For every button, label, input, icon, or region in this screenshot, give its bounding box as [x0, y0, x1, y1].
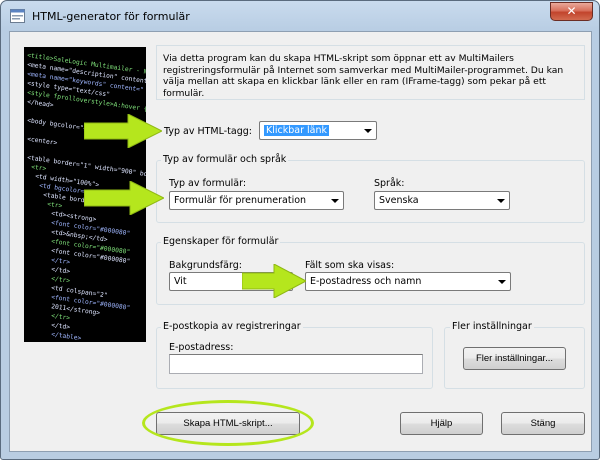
fields-to-show-label: Fält som ska visas:: [305, 260, 395, 271]
email-copy-group-title: E-postkopia av registreringar: [161, 321, 303, 332]
code-line-text: <tr>: [31, 164, 47, 173]
code-line-text: </tr>: [51, 312, 71, 322]
html-tag-dropdown[interactable]: Klickbar länk: [259, 121, 377, 140]
app-icon: [10, 9, 25, 23]
window-title: HTML-generator för formulär: [32, 10, 190, 23]
html-tag-value: Klickbar länk: [264, 125, 329, 136]
code-line-text: </tr>: [51, 275, 71, 285]
form-type-dropdown[interactable]: Formulär för prenumeration: [169, 191, 344, 210]
chevron-down-icon: [497, 199, 505, 203]
annotation-arrow-icon: [242, 264, 306, 298]
language-dropdown[interactable]: Svenska: [374, 191, 510, 210]
code-line-text: </td>: [51, 322, 71, 332]
language-value: Svenska: [379, 195, 419, 206]
chevron-down-icon: [498, 280, 506, 284]
code-line-text: </td>: [51, 266, 71, 276]
form-type-group-title: Typ av formulär och språk: [161, 154, 289, 165]
email-address-input[interactable]: [169, 354, 423, 374]
chevron-down-icon: [364, 129, 372, 133]
window-close-button[interactable]: ✕: [550, 2, 593, 21]
annotation-arrow-icon: [84, 114, 162, 148]
dialog-client-area: <title>SaleLogic Multimailer - Newslette…: [9, 31, 592, 452]
code-line-text: <tr>: [47, 201, 63, 210]
title-bar[interactable]: HTML-generator för formulär ✕: [1, 1, 599, 31]
code-line-text: </table>: [51, 331, 82, 342]
close-button[interactable]: Stäng: [501, 412, 585, 435]
code-line-text: </tr>: [51, 257, 71, 267]
background-color-value: Vit: [174, 276, 187, 287]
code-line-text: </head>: [27, 99, 54, 110]
form-type-label: Typ av formulär:: [169, 178, 247, 189]
intro-description: Via detta program kan du skapa HTML-skri…: [156, 45, 585, 100]
fields-to-show-value: E-postadress och namn: [310, 276, 422, 287]
annotation-highlight-ellipse: [142, 400, 314, 446]
form-type-value: Formulär för prenumeration: [174, 195, 307, 206]
help-button[interactable]: Hjälp: [400, 412, 483, 435]
background-color-label: Bakgrundsfärg:: [169, 260, 242, 271]
annotation-arrow-icon: [84, 181, 164, 215]
fields-to-show-dropdown[interactable]: E-postadress och namn: [305, 272, 511, 291]
chevron-down-icon: [331, 199, 339, 203]
dialog-window: HTML-generator för formulär ✕ <title>Sal…: [0, 0, 600, 460]
more-settings-group-title: Fler inställningar: [450, 321, 534, 332]
more-settings-button[interactable]: Fler inställningar...: [463, 347, 566, 370]
code-line-text: <center>: [27, 136, 58, 147]
language-label: Språk:: [374, 178, 405, 189]
html-tag-label: Typ av HTML-tagg:: [164, 126, 252, 137]
email-address-label: E-postadress:: [169, 342, 234, 353]
form-properties-group-title: Egenskaper för formulär: [161, 236, 281, 247]
